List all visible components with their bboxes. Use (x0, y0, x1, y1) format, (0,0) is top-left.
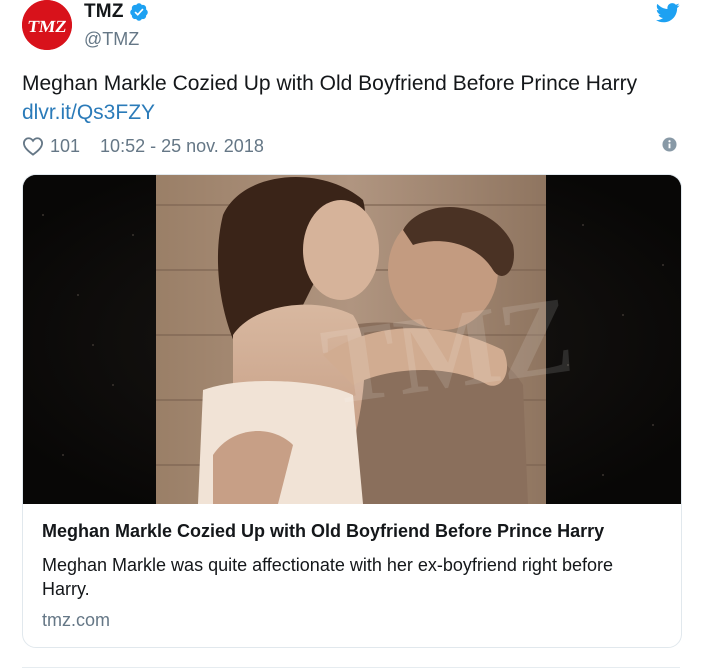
tweet-link[interactable]: dlvr.it/Qs3FZY (22, 101, 155, 125)
card-description: Meghan Markle was quite affectionate wit… (42, 555, 613, 599)
card-photo: TMZ (23, 175, 681, 504)
card-title[interactable]: Meghan Markle Cozied Up with Old Boyfrie… (42, 521, 604, 542)
display-name[interactable]: TMZ (84, 1, 124, 23)
card-domain[interactable]: tmz.com (42, 610, 110, 631)
author-handle[interactable]: @TMZ (84, 29, 139, 50)
heart-icon[interactable] (22, 136, 44, 156)
twitter-bird-icon[interactable] (656, 3, 680, 23)
tweet-text: Meghan Markle Cozied Up with Old Boyfrie… (22, 72, 638, 95)
tweet-timestamp[interactable]: 10:52 - 25 nov. 2018 (100, 136, 264, 157)
verified-badge-icon (129, 2, 149, 22)
link-preview-card[interactable]: TMZ Meghan Markle Cozied Up with Old Boy… (22, 174, 682, 648)
divider (22, 667, 680, 668)
info-icon[interactable] (662, 137, 677, 152)
author-name-row[interactable]: TMZ (84, 1, 149, 23)
tmz-logo: TMZ (22, 0, 72, 50)
card-image[interactable]: TMZ (23, 175, 681, 504)
tweet-meta-row: 101 10:52 - 25 nov. 2018 (22, 134, 682, 158)
avatar[interactable]: TMZ (22, 0, 72, 50)
like-count[interactable]: 101 (50, 136, 80, 157)
embedded-tweet: TMZ TMZ @TMZ Meghan Markle Cozied Up wit… (0, 0, 709, 672)
svg-text:TMZ: TMZ (27, 17, 68, 36)
